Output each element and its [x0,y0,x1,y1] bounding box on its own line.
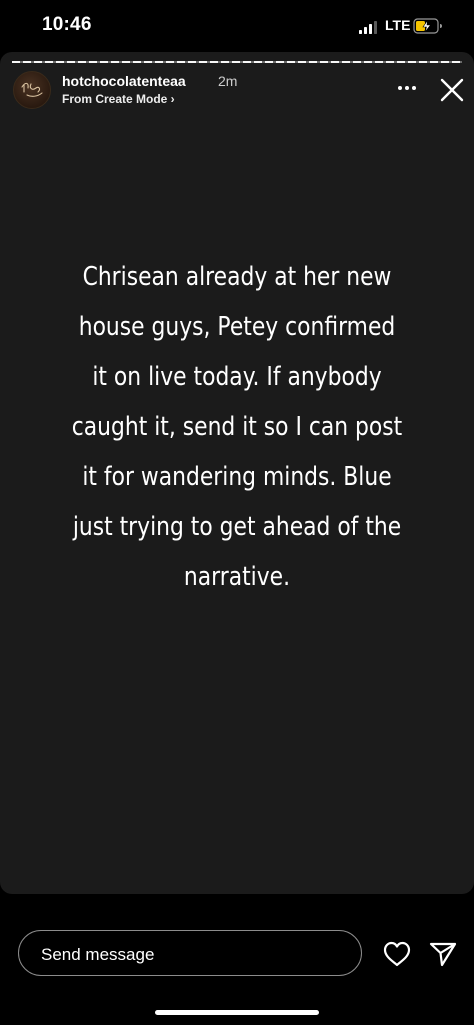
cellular-signal-icon [359,21,377,34]
story-progress-fill [12,61,462,63]
status-bar: 10:46 LTE [0,0,474,52]
story-progress-bar [12,61,462,63]
send-message-input[interactable]: Send message [18,930,362,976]
send-message-placeholder: Send message [41,945,155,964]
heart-icon[interactable] [382,940,412,968]
close-icon[interactable] [438,76,466,104]
avatar-logo-icon [21,82,43,97]
create-mode-link[interactable]: From Create Mode › [62,92,175,106]
status-time: 10:46 [42,14,92,35]
send-icon[interactable] [428,940,458,968]
story-card[interactable]: hotchocolatenteaa 2m From Create Mode › … [0,52,474,894]
story-timestamp: 2m [218,73,238,89]
more-horizontal-icon[interactable] [394,78,420,98]
story-reply-bar: Send message [0,894,474,1025]
story-text: Chrisean already at her new house guys, … [71,262,403,592]
battery-charging-icon [413,18,442,34]
avatar[interactable] [13,71,51,109]
story-username[interactable]: hotchocolatenteaa [62,73,186,89]
home-indicator [155,1010,319,1015]
network-type: LTE [385,17,411,33]
